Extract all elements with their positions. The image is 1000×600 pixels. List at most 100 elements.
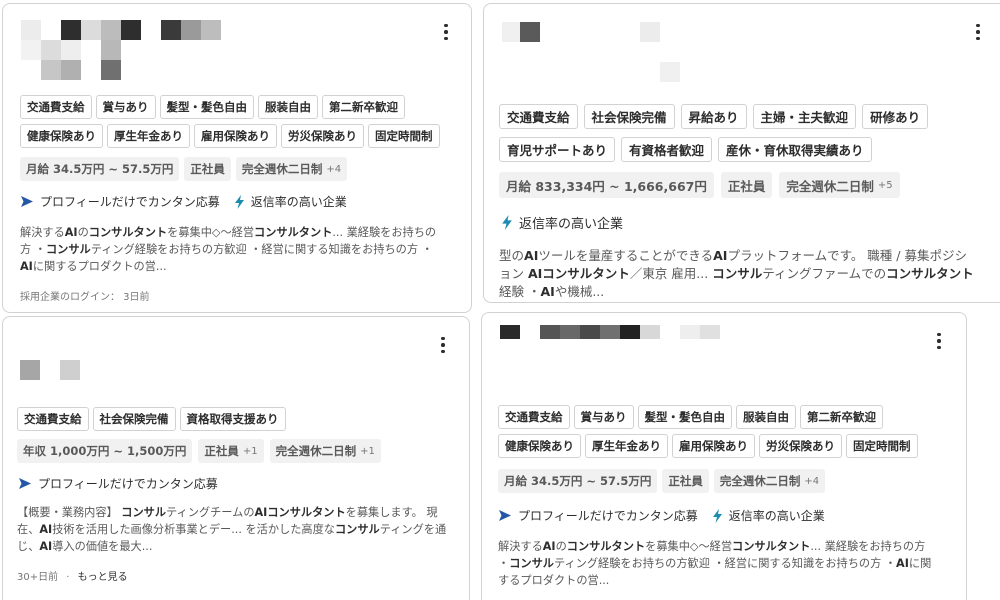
benefit-tag: 第二新卒歓迎 (322, 95, 405, 119)
benefit-tag: 第二新卒歓迎 (800, 405, 883, 429)
employment-type-chip: 正社員 +1 (198, 439, 264, 463)
benefit-tag: 髪型・髪色自由 (159, 95, 254, 119)
redacted-job-title (500, 325, 730, 345)
benefit-tag: 主婦・主夫歓迎 (752, 104, 857, 129)
job-card[interactable]: 交通費支給 社会保険完備 資格取得支援あり 年収 1,000万円 ~ 1,500… (2, 316, 470, 600)
snippet-text: に関するプロダクトの営... (32, 260, 167, 273)
benefit-tag: 服装自由 (258, 95, 318, 119)
snippet-highlight: コンサルタント (254, 226, 333, 239)
snippet-text: 型の (499, 248, 525, 263)
snippet-text: ／東京 雇用... (629, 266, 713, 281)
employment-type-chip: 正社員 (184, 157, 231, 181)
snippet-highlight: AIコンサルタント (527, 266, 630, 281)
kebab-menu-icon[interactable] (436, 20, 456, 44)
benefit-tag: 厚生年金あり (585, 434, 668, 458)
snippet-text: ツールを量産することができる (538, 248, 714, 263)
job-features: プロフィールだけでカンタン応募 返信率の高い企業 (498, 507, 825, 524)
snippet-text: を募集中◇～経営 (167, 226, 255, 239)
arrow-send-icon (19, 478, 31, 489)
snippet-highlight: AI (540, 284, 555, 299)
more-link[interactable]: もっと見る (78, 572, 128, 583)
high-response-label: 返信率の高い企業 (728, 509, 825, 523)
snippet-highlight: コンサルタント (566, 540, 646, 553)
snippet-highlight: コンサルタント (732, 540, 811, 553)
snippet-highlight: コンサル (334, 523, 380, 536)
snippet-highlight: コンサルタント (88, 226, 168, 239)
snippet-highlight: AI (39, 523, 53, 536)
benefit-tag: 研修あり (862, 104, 929, 129)
benefit-tag: 有資格者歓迎 (621, 137, 713, 162)
snippet-highlight: コンサル (712, 266, 763, 281)
snippet-highlight: AI (20, 260, 33, 273)
schedule-chip: 完全週休二日制 +5 (779, 172, 900, 198)
benefit-tag: 雇用保険あり (194, 124, 277, 148)
employment-type-chip: 正社員 (720, 172, 773, 198)
job-meta: 月給 833,334円 ~ 1,666,667円 正社員 完全週休二日制 +5 (499, 172, 900, 198)
job-features: プロフィールだけでカンタン応募 (18, 475, 218, 492)
benefit-tags: 交通費支給 賞与あり 髪型・髪色自由 服装自由 第二新卒歓迎 健康保険あり 厚生… (20, 95, 460, 148)
lightning-icon (234, 194, 244, 209)
benefit-tag: 社会保険完備 (92, 407, 176, 431)
snippet-text: の (77, 226, 89, 239)
job-meta: 月給 34.5万円 ~ 57.5万円 正社員 完全週休二日制 +4 (20, 157, 348, 181)
lightning-icon (502, 215, 512, 230)
snippet-text: 【概要・業務内容】 (17, 506, 122, 519)
snippet-text: 技術を活用した画像分析事業とデー... を活かした高度な (52, 523, 335, 536)
job-card[interactable]: 交通費支給 賞与あり 髪型・髪色自由 服装自由 第二新卒歓迎 健康保険あり 厚生… (2, 3, 472, 313)
snippet-text: 導入の価値を最大... (52, 540, 153, 553)
job-snippet: 解決するAIのコンサルタントを募集中◇～経営コンサルタント... 業経験をお持ち… (20, 224, 445, 275)
posted-date: 30+日前 · もっと見る (17, 572, 128, 583)
benefit-tag: 育児サポートあり (499, 137, 616, 162)
job-card[interactable]: 交通費支給 社会保険完備 昇給あり 主婦・主夫歓迎 研修あり 育児サポートあり … (483, 3, 1000, 303)
redacted-job-title (21, 20, 231, 86)
job-snippet: 解決するAIのコンサルタントを募集中◇～経営コンサルタント... 業経験をお持ち… (498, 538, 938, 589)
kebab-menu-icon[interactable] (929, 329, 949, 353)
snippet-highlight: AI (64, 226, 78, 239)
salary-chip: 月給 34.5万円 ~ 57.5万円 (20, 157, 180, 181)
job-meta: 年収 1,000万円 ~ 1,500万円 正社員 +1 完全週休二日制 +1 (17, 439, 381, 463)
kebab-menu-icon[interactable] (968, 20, 988, 44)
salary-chip: 月給 833,334円 ~ 1,666,667円 (499, 172, 714, 198)
snippet-highlight: コンサル (121, 506, 167, 519)
benefit-tag: 労災保険あり (759, 434, 842, 458)
benefit-tag: 社会保険完備 (583, 104, 675, 129)
snippet-text: ティング経験をお持ちの方歓迎 ・経営に関する知識をお持ちの方 ・ (90, 243, 433, 256)
benefit-tag: 交通費支給 (17, 407, 89, 431)
benefit-tag: 雇用保険あり (672, 434, 755, 458)
snippet-text: ティングチームの (166, 506, 255, 519)
snippet-highlight: AI (542, 540, 556, 553)
lightning-icon (712, 508, 722, 523)
benefit-tag: 交通費支給 (498, 405, 570, 429)
snippet-highlight: AI (713, 248, 728, 263)
easy-apply-label: プロフィールだけでカンタン応募 (518, 509, 698, 523)
benefit-tags: 交通費支給 社会保険完備 昇給あり 主婦・主夫歓迎 研修あり 育児サポートあり … (499, 104, 969, 162)
kebab-menu-icon[interactable] (433, 333, 453, 357)
benefit-tag: 服装自由 (736, 405, 796, 429)
benefit-tag: 昇給あり (680, 104, 747, 129)
snippet-text: の (555, 540, 567, 553)
salary-chip: 月給 34.5万円 ~ 57.5万円 (498, 469, 658, 493)
snippet-text: を募集中◇～経営 (645, 540, 733, 553)
job-snippet: 型のAIツールを量産することができるAIプラットフォームです。 職種 / 募集ポ… (499, 247, 979, 301)
snippet-highlight: AI (896, 557, 909, 570)
schedule-chip: 完全週休二日制 +1 (269, 439, 381, 463)
easy-apply-label: プロフィールだけでカンタン応募 (40, 195, 220, 209)
employment-type-chip: 正社員 (662, 469, 709, 493)
employer-activity: 採用企業のログイン： 3日前 (20, 292, 150, 303)
job-snippet: 【概要・業務内容】 コンサルティングチームのAIコンサルタントを募集します。 現… (17, 504, 449, 555)
snippet-text: 解決する (498, 540, 543, 553)
snippet-text: 経験 ・ (499, 284, 541, 299)
high-response-label: 返信率の高い企業 (250, 195, 347, 209)
job-card[interactable]: 交通費支給 賞与あり 髪型・髪色自由 服装自由 第二新卒歓迎 健康保険あり 厚生… (481, 312, 967, 600)
benefit-tag: 健康保険あり (20, 124, 103, 148)
job-meta: 月給 34.5万円 ~ 57.5万円 正社員 完全週休二日制 +4 (498, 469, 826, 493)
snippet-highlight: AIコンサルタント (254, 506, 346, 519)
benefit-tag: 固定時間制 (368, 124, 440, 148)
benefit-tag: 賞与あり (573, 405, 634, 429)
job-features: 返信率の高い企業 (501, 213, 623, 232)
snippet-highlight: AI (524, 248, 539, 263)
benefit-tag: 資格取得支援あり (179, 407, 286, 431)
arrow-send-icon (499, 510, 511, 521)
benefit-tags: 交通費支給 社会保険完備 資格取得支援あり (17, 407, 457, 431)
snippet-text: や機械... (554, 284, 605, 299)
